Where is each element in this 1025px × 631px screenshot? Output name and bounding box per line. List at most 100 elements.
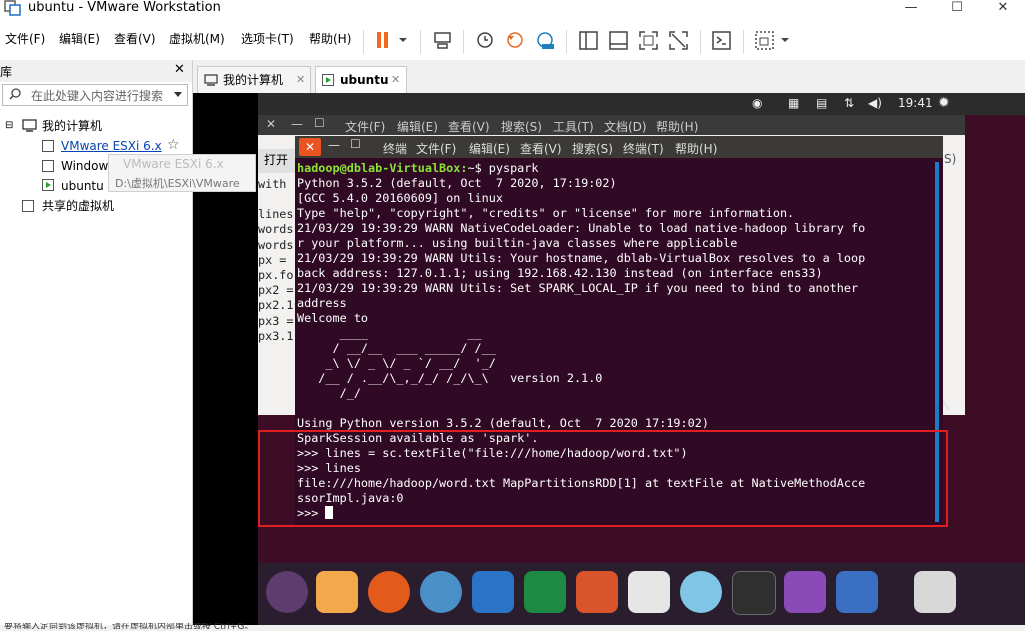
software-updater-icon[interactable] [680, 571, 722, 613]
tab-ubuntu[interactable]: ubuntu ✕ [315, 66, 407, 93]
chevron-down-icon[interactable] [778, 30, 792, 52]
tree-my-computer[interactable]: 我的计算机 [42, 118, 102, 134]
editor-menu-edit[interactable]: 编辑(E) [397, 118, 438, 135]
terminal-line: Welcome to [297, 311, 369, 325]
terminal-menu-edit[interactable]: 编辑(E) [469, 140, 510, 157]
editor-text[interactable]: with lines words words px = px.fo px2 = … [258, 177, 298, 344]
menu-file[interactable]: 文件(F) [5, 30, 45, 48]
keyboard-icon[interactable]: ▦ [788, 96, 799, 110]
tree-shared-vms[interactable]: 共享的虚拟机 [42, 198, 114, 214]
tree-item-ubuntu[interactable]: ubuntu [61, 178, 104, 194]
maximize-icon[interactable]: ☐ [350, 137, 361, 151]
tab-close-icon[interactable]: ✕ [391, 67, 400, 93]
tab-close-icon[interactable]: ✕ [296, 67, 305, 93]
snapshot-manager-icon[interactable] [534, 30, 556, 52]
editor-menu-view[interactable]: 查看(V) [448, 118, 490, 135]
vm-running-icon [42, 179, 54, 191]
editor-menu-help[interactable]: 帮助(H) [656, 118, 698, 135]
maximize-icon[interactable]: ☐ [314, 116, 325, 130]
terminal-menu-search[interactable]: 搜索(S) [572, 140, 613, 157]
editor-line: px3 = [258, 313, 294, 328]
menu-tabs[interactable]: 选项卡(T) [241, 30, 294, 48]
status-bar: 要将输入定向到该虚拟机，请在虚拟机内部单击或按 Ctrl+G。 [0, 623, 1025, 631]
snapshot-icon[interactable] [474, 30, 496, 52]
editor-icon[interactable] [784, 571, 826, 613]
excel-icon[interactable] [524, 571, 566, 613]
editor-line: px2.1 [258, 298, 294, 313]
network-icon[interactable]: ⇅ [844, 96, 854, 110]
editor-line: words [258, 222, 294, 237]
firefox-icon[interactable] [368, 571, 410, 613]
title-bar: ubuntu - VMware Workstation — ☐ ✕ [0, 0, 1025, 30]
full-screen-icon[interactable] [638, 30, 660, 52]
library-search-input[interactable]: 在此处键入内容进行搜索 [2, 84, 188, 106]
volume-icon[interactable]: ◀) [868, 96, 882, 110]
clock[interactable]: 19:41 [898, 96, 933, 110]
chevron-down-icon[interactable] [396, 30, 410, 52]
close-icon[interactable]: ✕ [266, 117, 276, 131]
editor-line: px.fo [258, 268, 294, 283]
gear-icon[interactable]: ✹ [938, 95, 950, 111]
word-icon[interactable] [472, 571, 514, 613]
stretch-guest-icon[interactable] [754, 30, 776, 52]
collapse-toggle-icon[interactable]: ⊟ [5, 118, 13, 134]
minimize-icon[interactable]: — [328, 138, 340, 152]
computer-icon [22, 119, 38, 133]
files-icon[interactable] [316, 571, 358, 613]
apps-icon[interactable] [836, 571, 878, 613]
pause-icon[interactable] [372, 30, 394, 52]
editor-menu-file[interactable]: 文件(F) [345, 118, 385, 135]
revert-snapshot-icon[interactable] [504, 30, 526, 52]
minimize-button[interactable]: — [888, 0, 934, 16]
show-library-icon[interactable] [578, 30, 600, 52]
browser-icon[interactable] [420, 571, 462, 613]
store-icon[interactable] [628, 571, 670, 613]
unity-mode-icon[interactable] [668, 30, 690, 52]
toolbar-separator [363, 30, 364, 54]
menu-help[interactable]: 帮助(H) [309, 30, 351, 48]
minimize-icon[interactable]: — [291, 117, 303, 131]
thumbnail-bar-icon[interactable] [608, 30, 630, 52]
menu-edit[interactable]: 编辑(E) [59, 30, 100, 48]
terminal-line: _\ \/ _ \/ _ `/ __/ '_/ [297, 356, 496, 370]
ubuntu-logo-icon[interactable] [266, 571, 308, 613]
terminal-menu-help[interactable]: 帮助(H) [675, 140, 717, 157]
close-library-icon[interactable]: ✕ [174, 62, 185, 77]
powerpoint-icon[interactable] [576, 571, 618, 613]
editor-menu-search[interactable]: 搜索(S) [501, 118, 542, 135]
terminal-app-menu[interactable]: 终端 [383, 140, 407, 157]
star-icon[interactable]: ☆ [167, 137, 180, 153]
vm-running-icon [322, 74, 334, 86]
open-button[interactable]: 打开 [258, 149, 298, 173]
ubuntu-desktop[interactable]: ◉ ▦ ▤ ⇅ ◀) 19:41 ✹ ✕ — ☐ 文件(F) 编辑(E) 查看(… [258, 93, 1025, 631]
editor-menu-docs[interactable]: 文档(D) [604, 118, 647, 135]
chevron-down-icon[interactable] [173, 91, 183, 99]
vmware-logo-icon [4, 0, 22, 16]
close-window-button[interactable]: ✕ [980, 0, 1025, 16]
vm-display[interactable]: ◉ ▦ ▤ ⇅ ◀) 19:41 ✹ ✕ — ☐ 文件(F) 编辑(E) 查看(… [193, 93, 1025, 631]
menu-view[interactable]: 查看(V) [114, 30, 156, 48]
calendar-icon[interactable]: ▤ [816, 96, 827, 110]
tab-label: ubuntu [340, 73, 389, 87]
send-ctrl-alt-del-icon[interactable] [432, 30, 454, 52]
screenshot-icon[interactable]: ◉ [752, 96, 762, 110]
highlight-box [258, 430, 948, 527]
close-icon[interactable]: ✕ [299, 138, 321, 156]
terminal-icon[interactable] [732, 571, 776, 615]
terminal-menu-terminal[interactable]: 终端(T) [623, 140, 664, 157]
tab-my-computer[interactable]: 我的计算机 ✕ [197, 66, 311, 93]
editor-line: px2 = [258, 283, 294, 298]
ubuntu-top-bar: ◉ ▦ ▤ ⇅ ◀) 19:41 ✹ [258, 93, 1025, 115]
terminal-menu-file[interactable]: 文件(F) [416, 140, 456, 157]
trash-icon[interactable] [914, 571, 956, 613]
maximize-button[interactable]: ☐ [934, 0, 980, 16]
terminal-line: ____ __ [297, 326, 482, 340]
terminal-line: Python 3.5.2 (default, Oct 7 2020, 17:19… [297, 176, 617, 190]
tree-item-esxi[interactable]: VMware ESXi 6.x [61, 138, 162, 154]
editor-line: px3.1 [258, 328, 294, 343]
console-view-icon[interactable] [711, 30, 733, 52]
menu-vm[interactable]: 虚拟机(M) [169, 30, 225, 48]
editor-menu-tools[interactable]: 工具(T) [553, 118, 594, 135]
terminal-menu-view[interactable]: 查看(V) [520, 140, 562, 157]
